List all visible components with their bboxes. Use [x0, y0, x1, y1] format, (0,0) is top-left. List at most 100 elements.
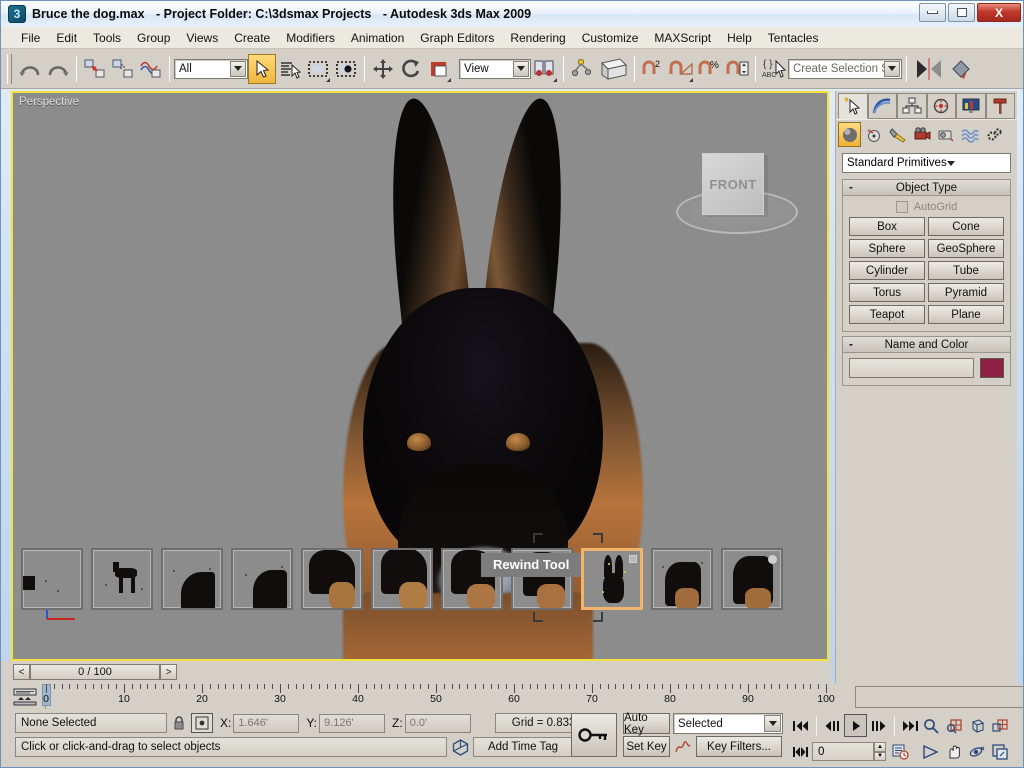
frame-spinner-up[interactable]: ▲ [874, 742, 886, 752]
undo-button[interactable] [16, 54, 44, 84]
hierarchy-tab[interactable] [897, 93, 927, 119]
thumbnail-3[interactable] [231, 548, 293, 610]
previous-frame-button[interactable] [821, 714, 844, 737]
name-and-color-collapse-icon[interactable]: - [849, 339, 853, 351]
y-coordinate-field[interactable]: 9.126' [319, 713, 386, 733]
pan-view-button[interactable] [942, 740, 965, 763]
zoom-button[interactable] [919, 714, 942, 737]
next-frame-button[interactable] [867, 714, 890, 737]
lights-button[interactable] [886, 122, 909, 147]
z-coordinate-field[interactable]: 0.0' [404, 713, 471, 733]
menu-item-views[interactable]: Views [178, 29, 226, 47]
adaptive-degradation-button[interactable] [447, 738, 473, 756]
key-mode-toggle-button[interactable] [789, 740, 812, 763]
thumbnail-9[interactable] [651, 548, 713, 610]
minimize-button[interactable] [919, 3, 946, 22]
viewport-label[interactable]: Perspective [19, 96, 79, 108]
cameras-button[interactable] [910, 122, 933, 147]
thumbnail-1[interactable] [91, 548, 153, 610]
utilities-tab[interactable] [985, 93, 1015, 119]
use-pivot-point-center-button[interactable] [531, 54, 559, 84]
menu-item-customize[interactable]: Customize [574, 29, 647, 47]
create-tab[interactable] [838, 93, 868, 119]
lock-selection-button[interactable] [167, 715, 191, 731]
space-warps-button[interactable] [958, 122, 981, 147]
menu-item-edit[interactable]: Edit [48, 29, 85, 47]
motion-tab[interactable] [926, 93, 956, 119]
key-mode-arrow-icon[interactable] [764, 715, 781, 732]
zoom-extents-button[interactable] [965, 714, 988, 737]
window-crossing-button[interactable] [332, 54, 360, 84]
key-filters-button[interactable]: Key Filters... [696, 736, 782, 757]
menu-item-modifiers[interactable]: Modifiers [278, 29, 343, 47]
select-and-rotate-button[interactable] [397, 54, 425, 84]
torus-button[interactable]: Torus [849, 283, 925, 302]
name-and-color-rollout-header[interactable]: - Name and Color [843, 337, 1010, 353]
redo-button[interactable] [44, 54, 72, 84]
select-and-move-button[interactable] [369, 54, 397, 84]
select-and-link-button[interactable] [81, 54, 109, 84]
frame-indicator[interactable]: 0 / 100 [30, 664, 160, 680]
time-configuration-button[interactable] [889, 740, 912, 763]
close-button[interactable]: X [977, 3, 1021, 22]
thumbnail-5[interactable] [371, 548, 433, 610]
zoom-all-button[interactable] [942, 714, 965, 737]
subcategory-arrow-icon[interactable] [946, 160, 955, 166]
menu-item-rendering[interactable]: Rendering [502, 29, 573, 47]
geosphere-button[interactable]: GeoSphere [928, 239, 1004, 258]
modify-tab[interactable] [867, 93, 897, 119]
spinner-snap-toggle-button[interactable] [723, 54, 751, 84]
auto-key-button[interactable]: Auto Key [623, 712, 670, 736]
helpers-button[interactable] [934, 122, 957, 147]
add-time-tag-button[interactable]: Add Time Tag [473, 737, 573, 757]
orbit-button[interactable] [965, 740, 988, 763]
percent-snap-toggle-button[interactable]: % [695, 54, 723, 84]
object-color-swatch[interactable] [980, 358, 1004, 378]
menu-item-create[interactable]: Create [226, 29, 278, 47]
menu-item-tentacles[interactable]: Tentacles [760, 29, 827, 47]
menu-item-graph-editors[interactable]: Graph Editors [412, 29, 502, 47]
unlink-selection-button[interactable] [109, 54, 137, 84]
object-name-input[interactable] [849, 358, 974, 378]
reference-coordinate-system-combo[interactable]: View [459, 58, 531, 79]
select-object-button[interactable] [248, 53, 276, 84]
menu-item-maxscript[interactable]: MAXScript [646, 29, 719, 47]
thumbnail-8[interactable] [581, 548, 643, 610]
toolbar-grip[interactable] [7, 53, 12, 84]
maximize-viewport-toggle-button[interactable] [988, 740, 1011, 763]
shapes-button[interactable] [862, 122, 885, 147]
thumbnail-4[interactable] [301, 548, 363, 610]
pyramid-button[interactable]: Pyramid [928, 283, 1004, 302]
named-selection-set-combo[interactable]: Create Selection Set [788, 58, 902, 79]
thumbnail-10[interactable] [721, 548, 783, 610]
object-type-collapse-icon[interactable]: - [849, 182, 853, 194]
selection-filter-arrow-icon[interactable] [230, 60, 246, 77]
x-coordinate-field[interactable]: 1.646' [233, 713, 300, 733]
perspective-viewport[interactable]: Perspective FRONT y x [11, 91, 829, 661]
snaps-toggle-button[interactable]: 2 [639, 54, 667, 84]
cone-button[interactable]: Cone [928, 217, 1004, 236]
view-cube-front-face[interactable]: FRONT [702, 153, 764, 215]
named-selection-sets-button[interactable]: { } ABC [760, 54, 788, 84]
field-of-view-button[interactable] [919, 740, 942, 763]
mirror-tool-button[interactable] [911, 54, 947, 84]
named-selection-set-arrow-icon[interactable] [884, 60, 900, 77]
systems-button[interactable] [982, 122, 1005, 147]
view-cube[interactable]: FRONT [672, 148, 802, 238]
tube-button[interactable]: Tube [928, 261, 1004, 280]
zoom-extents-all-button[interactable] [988, 714, 1011, 737]
key-mode-combo[interactable]: Selected [673, 713, 783, 734]
absolute-relative-transform-toggle[interactable] [191, 713, 213, 733]
menu-item-group[interactable]: Group [129, 29, 178, 47]
menu-item-tools[interactable]: Tools [85, 29, 129, 47]
play-animation-button[interactable] [844, 714, 867, 737]
mirror-button[interactable] [596, 54, 630, 84]
rectangular-selection-region-button[interactable] [304, 54, 332, 84]
select-and-manipulate-button[interactable] [568, 54, 596, 84]
open-mini-curve-editor-button[interactable] [9, 686, 41, 708]
set-key-mode-toggle-button[interactable] [571, 713, 617, 757]
maximize-button[interactable] [948, 3, 975, 22]
selection-filter-combo[interactable]: All [174, 58, 248, 79]
bind-to-space-warp-button[interactable] [137, 54, 165, 84]
previous-frame-arrow-button[interactable]: < [13, 664, 30, 680]
